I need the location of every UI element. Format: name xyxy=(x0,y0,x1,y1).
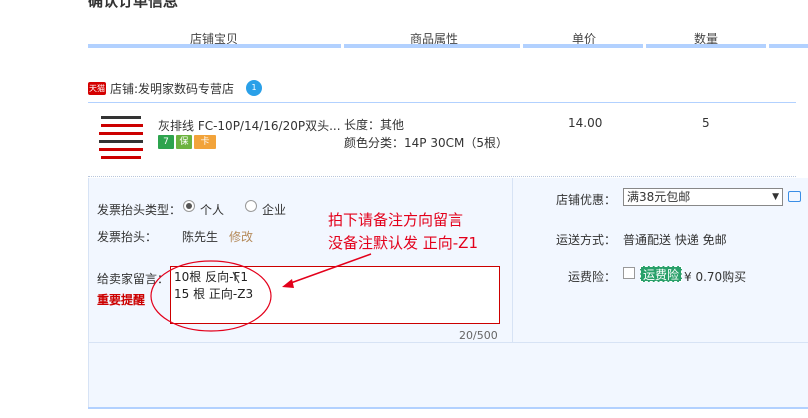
annotation-arrowhead xyxy=(282,279,294,288)
annotation-overlay xyxy=(150,253,372,332)
handwriting-stroke xyxy=(232,271,240,284)
annotation-circle xyxy=(150,260,272,332)
annotation-arrow xyxy=(287,253,372,285)
